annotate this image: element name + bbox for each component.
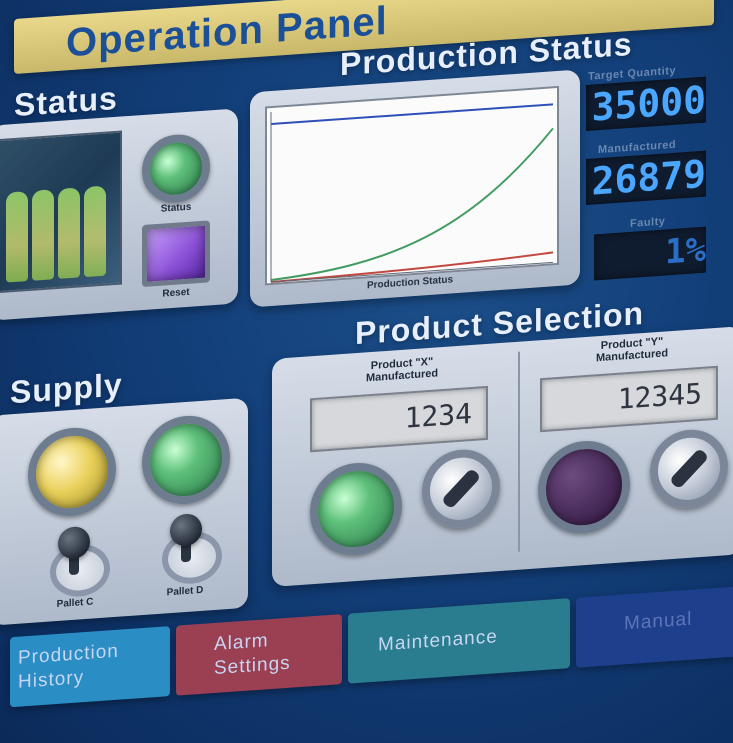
status-lamp (142, 132, 210, 206)
production-chart (265, 85, 559, 286)
product-y-selector-knob[interactable] (650, 427, 728, 511)
faulty-label: Faulty (630, 215, 666, 230)
product-y-lamp (538, 437, 630, 537)
product-x-caption: Product "X" Manufactured (332, 353, 472, 387)
product-x-selector-knob[interactable] (422, 447, 500, 531)
target-quantity-counter: 35000 (586, 76, 706, 132)
faulty-counter: 1% (594, 226, 706, 281)
product-y-counter: 12345 (540, 365, 718, 433)
bottle-icon (58, 187, 80, 279)
pallet-c-label: Pallet C (56, 596, 94, 611)
operation-panel-screen: Operation Panel Status Status Reset Prod… (0, 0, 733, 743)
manual-button[interactable]: Manual (576, 586, 733, 668)
maintenance-label: Maintenance (378, 626, 498, 656)
maintenance-button[interactable]: Maintenance (348, 598, 570, 684)
status-lamp-label: Status (160, 201, 192, 215)
supply-panel: Pallet C Pallet D (0, 397, 248, 626)
production-chart-panel: Production Status (250, 69, 580, 308)
manual-label: Manual (624, 608, 693, 635)
product-x-lamp (310, 459, 402, 559)
product-divider (518, 351, 520, 552)
manufactured-counter: 26879 (586, 150, 706, 206)
pallet-d-lamp (142, 412, 230, 508)
bottle-icon (32, 189, 54, 281)
reset-button[interactable] (142, 220, 210, 288)
toggle-knob (170, 512, 202, 548)
knob-indicator (668, 447, 710, 490)
production-chart-svg (270, 103, 554, 284)
alarm-settings-button[interactable]: Alarm Settings (176, 614, 342, 696)
machine-image (0, 130, 122, 294)
toggle-knob (58, 525, 90, 560)
production-history-button[interactable]: Production History (10, 626, 170, 708)
product-x-counter: 1234 (310, 385, 488, 453)
pallet-c-lamp (28, 424, 116, 520)
reset-button-label: Reset (162, 286, 190, 300)
hmi-screen: Operation Panel Status Status Reset Prod… (0, 0, 733, 743)
supply-section-title: Supply (10, 366, 123, 411)
status-panel: Status Reset (0, 108, 238, 321)
bottle-icon (84, 185, 106, 278)
knob-indicator (440, 467, 482, 510)
bottle-icon (6, 191, 28, 283)
pallet-c-toggle[interactable] (50, 525, 110, 599)
product-selection-panel: Product "X" Manufactured 1234 Product "Y… (272, 326, 733, 587)
product-y-caption: Product "Y" Manufactured (562, 333, 702, 367)
pallet-d-toggle[interactable] (162, 512, 222, 586)
pallet-d-label: Pallet D (166, 584, 204, 599)
target-line (271, 103, 553, 126)
